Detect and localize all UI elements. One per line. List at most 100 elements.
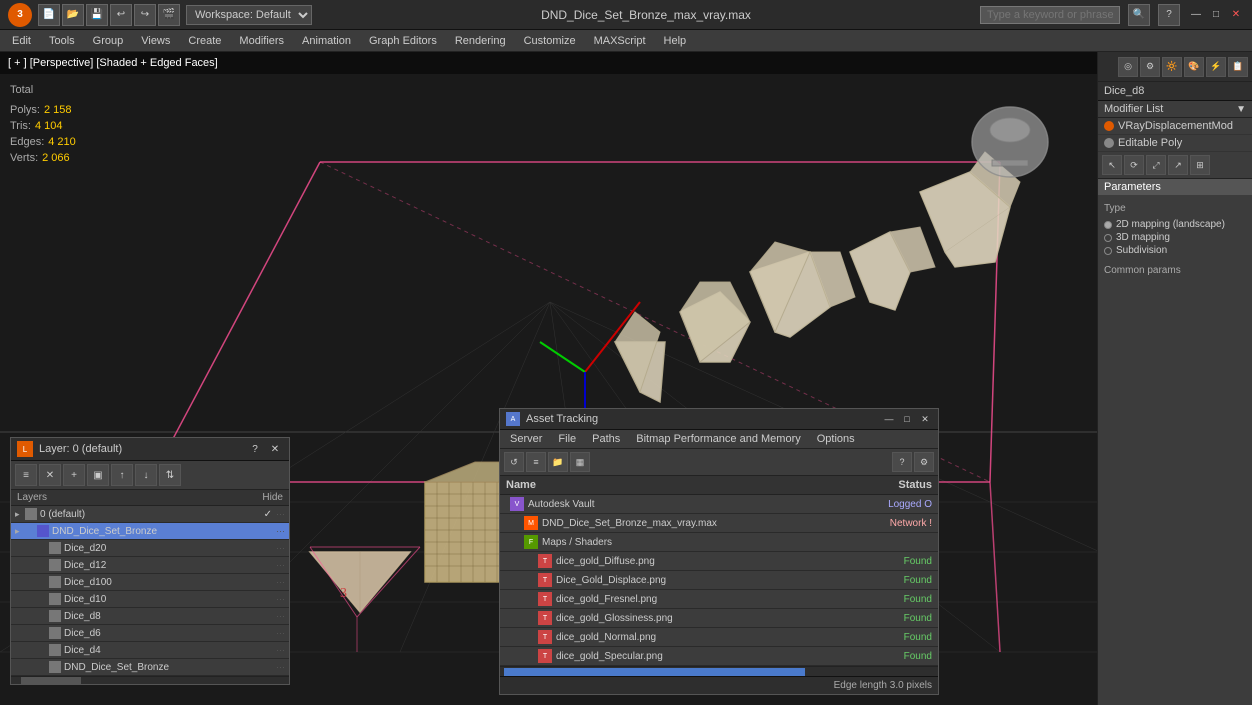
menu-tools[interactable]: Tools <box>41 33 83 49</box>
asset-row[interactable]: FMaps / Shaders <box>500 533 938 552</box>
menu-animation[interactable]: Animation <box>294 33 359 49</box>
layer-row[interactable]: Dice_d20··· <box>11 540 289 557</box>
asset-row[interactable]: Tdice_gold_Fresnel.pngFound <box>500 590 938 609</box>
menu-help[interactable]: Help <box>656 33 695 49</box>
panel-icon-1[interactable]: ◎ <box>1118 57 1138 77</box>
layer-select-btn[interactable]: ▣ <box>87 464 109 486</box>
asset-menu-bitmap[interactable]: Bitmap Performance and Memory <box>630 432 806 446</box>
asset-row[interactable]: Tdice_gold_Diffuse.pngFound <box>500 552 938 571</box>
panel-icon-3[interactable]: 🔆 <box>1162 57 1182 77</box>
viewport-container[interactable]: 3 <box>0 52 1097 705</box>
asset-row-name: dice_gold_Specular.png <box>556 651 852 662</box>
layer-row[interactable]: Dice_d4··· <box>11 642 289 659</box>
panel-move-btn[interactable]: ↖ <box>1102 155 1122 175</box>
minimize-button[interactable]: — <box>1188 7 1204 23</box>
asset-settings-btn[interactable]: ⚙ <box>914 452 934 472</box>
open-icon[interactable]: 📂 <box>62 4 84 26</box>
panel-scale-btn[interactable]: ⤢ <box>1146 155 1166 175</box>
modifier-editable-poly[interactable]: Editable Poly <box>1098 135 1252 152</box>
menu-create[interactable]: Create <box>180 33 229 49</box>
asset-row[interactable]: VAutodesk VaultLogged O <box>500 495 938 514</box>
layer-scrollbar[interactable] <box>11 676 289 684</box>
layer-row[interactable]: Dice_d10··· <box>11 591 289 608</box>
modifier-list-bar[interactable]: Modifier List ▼ <box>1098 101 1252 118</box>
common-params: Common params <box>1098 261 1252 280</box>
asset-menu-server[interactable]: Server <box>504 432 548 446</box>
asset-list-btn[interactable]: ≡ <box>526 452 546 472</box>
asset-refresh-btn[interactable]: ↺ <box>504 452 524 472</box>
workspace-selector[interactable]: Workspace: Default <box>186 5 312 25</box>
layer-delete-btn[interactable]: ✕ <box>39 464 61 486</box>
asset-row[interactable]: MDND_Dice_Set_Bronze_max_vray.maxNetwork… <box>500 514 938 533</box>
panel-grid-btn[interactable]: ⊞ <box>1190 155 1210 175</box>
asset-row[interactable]: TDice_Gold_Displace.pngFound <box>500 571 938 590</box>
layer-help-button[interactable]: ? <box>247 441 263 457</box>
polys-stat: Polys: 2 158 <box>10 102 76 118</box>
asset-maximize-button[interactable]: □ <box>900 412 914 426</box>
layer-sort-btn[interactable]: ⇅ <box>159 464 181 486</box>
maximize-button[interactable]: □ <box>1208 7 1224 23</box>
layer-row[interactable]: Dice_d8··· <box>11 608 289 625</box>
panel-icon-2[interactable]: ⚙ <box>1140 57 1160 77</box>
layer-row[interactable]: ▸DND_Dice_Set_Bronze··· <box>11 523 289 540</box>
layer-name: 0 (default) <box>40 509 264 520</box>
close-button[interactable]: ✕ <box>1228 7 1244 23</box>
asset-row[interactable]: Tdice_gold_Specular.pngFound <box>500 647 938 666</box>
layer-row[interactable]: DND_Dice_Set_Bronze··· <box>11 659 289 676</box>
layer-add-btn[interactable]: + <box>63 464 85 486</box>
asset-row[interactable]: Tdice_gold_Glossiness.pngFound <box>500 609 938 628</box>
layer-row[interactable]: Dice_d6··· <box>11 625 289 642</box>
asset-menu-file[interactable]: File <box>552 432 582 446</box>
layer-move-down-btn[interactable]: ↓ <box>135 464 157 486</box>
menu-graph-editors[interactable]: Graph Editors <box>361 33 445 49</box>
undo-icon[interactable]: ↩ <box>110 4 132 26</box>
radio-2d[interactable]: 2D mapping (landscape) <box>1104 218 1246 231</box>
layer-dots: ··· <box>276 577 285 587</box>
new-icon[interactable]: 📄 <box>38 4 60 26</box>
asset-help-btn[interactable]: ? <box>892 452 912 472</box>
layer-panel-title: Layer: 0 (default) <box>39 443 122 455</box>
asset-menu-paths[interactable]: Paths <box>586 432 626 446</box>
panel-icon-5[interactable]: ⚡ <box>1206 57 1226 77</box>
scene-icon[interactable]: 🎬 <box>158 4 180 26</box>
radio-3d[interactable]: 3D mapping <box>1104 231 1246 244</box>
layer-move-btn[interactable]: ↑ <box>111 464 133 486</box>
save-icon[interactable]: 💾 <box>86 4 108 26</box>
menu-views[interactable]: Views <box>133 33 178 49</box>
redo-icon[interactable]: ↪ <box>134 4 156 26</box>
layer-row[interactable]: Dice_d12··· <box>11 557 289 574</box>
asset-table-btn[interactable]: ▦ <box>570 452 590 472</box>
search-input[interactable] <box>980 6 1120 24</box>
layer-toolbar: ≡ ✕ + ▣ ↑ ↓ ⇅ <box>11 461 289 490</box>
layer-row[interactable]: ▸0 (default)✓··· <box>11 506 289 523</box>
asset-folder-btn[interactable]: 📁 <box>548 452 568 472</box>
panel-rotate-btn[interactable]: ⟳ <box>1124 155 1144 175</box>
radio-subdiv[interactable]: Subdivision <box>1104 244 1246 257</box>
layer-close-button[interactable]: ✕ <box>267 441 283 457</box>
layer-row[interactable]: Dice_d100··· <box>11 574 289 591</box>
layer-icon-view-btn[interactable]: ≡ <box>15 464 37 486</box>
layer-panel: L Layer: 0 (default) ? ✕ ≡ ✕ + ▣ ↑ ↓ ⇅ L… <box>10 437 290 685</box>
menu-group[interactable]: Group <box>85 33 132 49</box>
menu-customize[interactable]: Customize <box>516 33 584 49</box>
asset-row[interactable]: Tdice_gold_Normal.pngFound <box>500 628 938 647</box>
modifier-vray[interactable]: VRayDisplacementMod <box>1098 118 1252 135</box>
asset-status-right: Edge length 3.0 pixels <box>834 680 932 691</box>
layer-list: ▸0 (default)✓···▸DND_Dice_Set_Bronze···D… <box>11 506 289 676</box>
layer-type-icon <box>49 644 61 656</box>
asset-close-button[interactable]: ✕ <box>918 412 932 426</box>
layer-scrollbar-thumb[interactable] <box>21 677 81 684</box>
menu-maxscript[interactable]: MAXScript <box>586 33 654 49</box>
panel-icon-6[interactable]: 📋 <box>1228 57 1248 77</box>
layer-scrollbar-track[interactable] <box>11 677 289 684</box>
help-icon[interactable]: ? <box>1158 4 1180 26</box>
panel-icon-4[interactable]: 🎨 <box>1184 57 1204 77</box>
menu-rendering[interactable]: Rendering <box>447 33 514 49</box>
file-title: DND_Dice_Set_Bronze_max_vray.max <box>312 8 980 22</box>
search-icon[interactable]: 🔍 <box>1128 4 1150 26</box>
asset-menu-options[interactable]: Options <box>811 432 861 446</box>
menu-edit[interactable]: Edit <box>4 33 39 49</box>
panel-skew-btn[interactable]: ↗ <box>1168 155 1188 175</box>
asset-minimize-button[interactable]: — <box>882 412 896 426</box>
menu-modifiers[interactable]: Modifiers <box>231 33 292 49</box>
